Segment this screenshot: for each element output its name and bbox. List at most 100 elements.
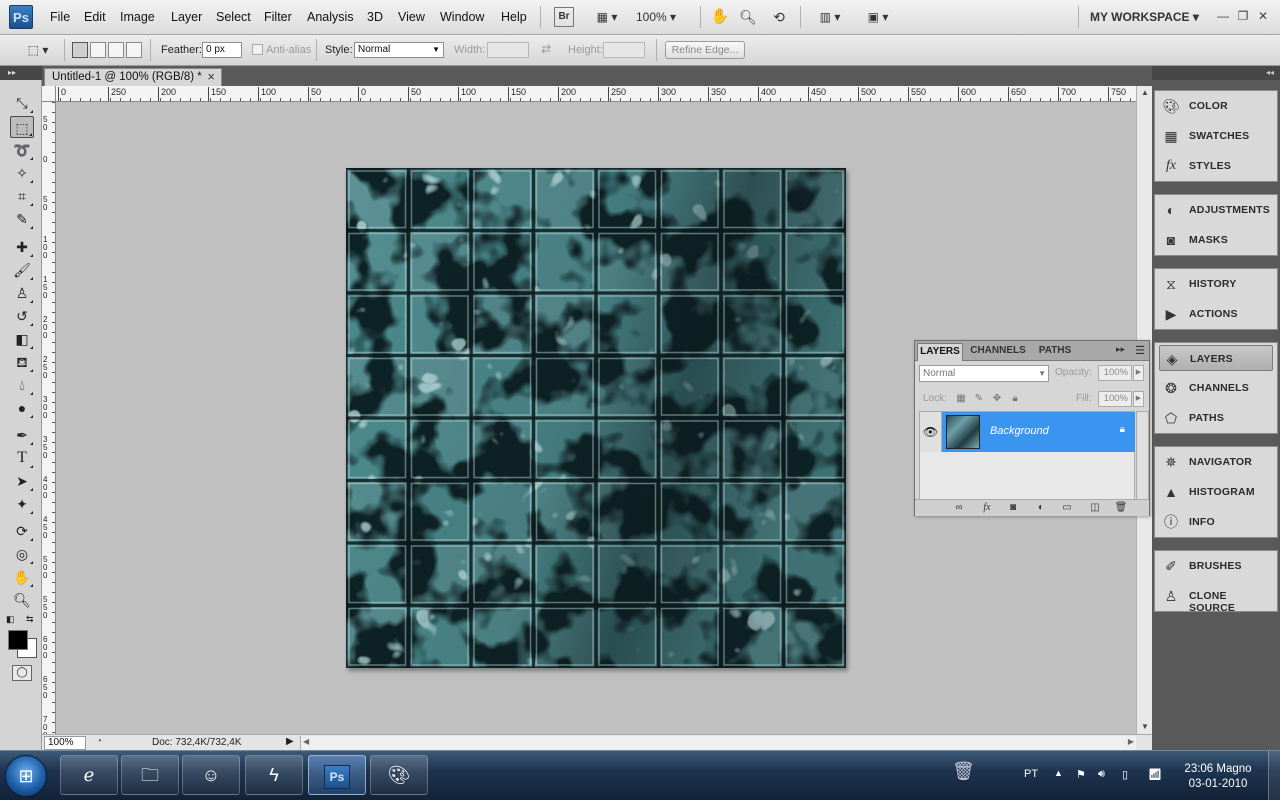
document-size-info[interactable]: Doc: 732,4K/732,4K xyxy=(152,737,242,748)
tab-channels[interactable]: CHANNELS xyxy=(967,343,1029,361)
menu-edit[interactable]: Edit xyxy=(84,10,106,24)
quick-mask-button[interactable]: ◯ xyxy=(12,665,32,681)
layer-list-scrollbar[interactable] xyxy=(1136,411,1149,501)
hand-tool[interactable]: ✋ xyxy=(10,566,34,588)
lock-transparent-icon[interactable]: ▦ xyxy=(955,393,967,405)
scroll-right-icon[interactable]: ▶ xyxy=(1128,737,1134,746)
screen-mode-button[interactable]: ▣ ▾ xyxy=(860,7,896,27)
anti-alias-checkbox[interactable] xyxy=(252,44,263,55)
rotate-view-button[interactable]: ⟲ xyxy=(768,7,790,27)
document-canvas[interactable] xyxy=(346,168,846,668)
language-indicator[interactable]: PT xyxy=(1024,768,1038,780)
dock-histogram[interactable]: ▲ HISTOGRAM xyxy=(1159,479,1273,505)
dock-actions[interactable]: ▶ ACTIONS xyxy=(1159,301,1273,327)
eyedropper-tool[interactable]: ✎ xyxy=(10,208,34,230)
menu-file[interactable]: File xyxy=(50,10,70,24)
lasso-tool[interactable]: ➰ xyxy=(10,139,34,161)
menu-analysis[interactable]: Analysis xyxy=(307,10,354,24)
zoom-tool-button[interactable]: 🔍︎ xyxy=(738,7,758,27)
scroll-up-icon[interactable]: ▲ xyxy=(1137,86,1153,100)
dock-styles[interactable]: fx STYLES xyxy=(1159,153,1273,179)
add-to-selection-button[interactable] xyxy=(90,42,106,58)
zoom-level-dropdown[interactable]: 100% ▾ xyxy=(636,7,690,27)
link-layers-icon[interactable]: ∞ xyxy=(951,501,967,515)
restore-button[interactable]: ❐ xyxy=(1234,7,1252,25)
dock-layers[interactable]: ◈ LAYERS xyxy=(1159,345,1273,371)
recycle-bin-icon[interactable]: 🗑︎ xyxy=(952,761,975,789)
menu-window[interactable]: Window xyxy=(440,10,484,24)
dodge-tool[interactable]: ● xyxy=(10,397,34,419)
menu-help[interactable]: Help xyxy=(501,10,527,24)
menu-view[interactable]: View xyxy=(398,10,425,24)
tab-layers[interactable]: LAYERS xyxy=(917,343,963,361)
menu-image[interactable]: Image xyxy=(120,10,155,24)
dock-swatches[interactable]: ▦ SWATCHES xyxy=(1159,123,1273,149)
clone-stamp-tool[interactable]: ♙ xyxy=(10,282,34,304)
hand-tool-button[interactable]: ✋ xyxy=(710,7,730,27)
blur-tool[interactable]: 💧︎ xyxy=(10,374,34,396)
trash-icon[interactable]: 🗑︎ xyxy=(1113,501,1129,515)
tools-panel-grip[interactable]: ▸▸ xyxy=(0,66,42,80)
dock-channels[interactable]: ❂ CHANNELS xyxy=(1159,375,1273,401)
fill-input[interactable]: 100% xyxy=(1098,391,1132,407)
3d-rotate-tool[interactable]: ⟳ xyxy=(10,520,34,542)
action-center-flag-icon[interactable]: ⚑ xyxy=(1076,768,1086,781)
add-mask-icon[interactable]: ◙ xyxy=(1005,501,1021,515)
panel-dock-grip[interactable]: ◂◂ xyxy=(1152,66,1280,80)
horizontal-ruler[interactable]: 0 250 200 150 100 50 0 50 100 150 200 250 300 350 400 4… xyxy=(56,86,1136,102)
new-layer-icon[interactable]: ◫ xyxy=(1087,501,1103,515)
network-signal-icon[interactable]: 📶︎ xyxy=(1148,768,1162,781)
panel-menu-icon[interactable]: ☰ xyxy=(1135,344,1145,357)
opacity-slider-toggle[interactable]: ▶ xyxy=(1133,365,1144,381)
new-group-icon[interactable]: ▭ xyxy=(1059,501,1075,515)
dock-history[interactable]: ⧖ HISTORY xyxy=(1159,271,1273,297)
status-preview-icon[interactable]: ◔ xyxy=(96,736,102,747)
pen-tool[interactable]: ✒ xyxy=(10,424,34,446)
taskbar-paint[interactable]: 🎨︎ xyxy=(370,755,428,795)
adjustment-layer-icon[interactable]: ◐ xyxy=(1033,501,1049,515)
tab-paths[interactable]: PATHS xyxy=(1033,343,1077,361)
taskbar-messenger[interactable]: ☺ xyxy=(182,755,240,795)
horizontal-scrollbar[interactable]: ◀ ▶ xyxy=(300,736,1136,750)
new-selection-button[interactable] xyxy=(72,42,88,58)
lock-all-icon[interactable]: 🔒︎ xyxy=(1009,393,1021,405)
menu-filter[interactable]: Filter xyxy=(264,10,292,24)
dock-paths[interactable]: ⬠ PATHS xyxy=(1159,405,1273,431)
dock-info[interactable]: ⓘ INFO xyxy=(1159,509,1273,535)
document-tab[interactable]: Untitled-1 @ 100% (RGB/8) * × xyxy=(44,68,222,86)
3d-orbit-tool[interactable]: ◎ xyxy=(10,543,34,565)
workspace-switcher[interactable]: MY WORKSPACE ▾ xyxy=(1090,10,1199,24)
dock-color[interactable]: 🎨︎ COLOR xyxy=(1159,93,1273,119)
launch-bridge-button[interactable]: Br xyxy=(554,7,574,27)
lock-position-icon[interactable]: ✥ xyxy=(991,393,1003,405)
taskbar-ie[interactable]: ℯ xyxy=(60,755,118,795)
refine-edge-button[interactable]: Refine Edge... xyxy=(665,41,745,59)
paint-bucket-tool[interactable]: ⛾ xyxy=(10,351,34,373)
opacity-input[interactable]: 100% xyxy=(1098,365,1132,381)
taskbar-flash[interactable]: ϟ xyxy=(245,755,303,795)
view-extras-button[interactable]: ▦ ▾ xyxy=(590,7,624,27)
arrange-documents-button[interactable]: ▥ ▾ xyxy=(812,7,848,27)
vertical-ruler[interactable]: 50 0 50 100 150 200 250 300 350 400 450 500 550 600 65… xyxy=(42,102,56,738)
style-dropdown[interactable]: Normal ▼ xyxy=(354,42,444,58)
photoshop-logo[interactable]: Ps xyxy=(9,5,33,29)
layer-name[interactable]: Background xyxy=(990,425,1049,437)
feather-input[interactable]: 0 px xyxy=(202,42,242,58)
history-brush-tool[interactable]: ↺ xyxy=(10,305,34,327)
zoom-tool[interactable]: 🔍︎ xyxy=(10,589,34,611)
close-document-icon[interactable]: × xyxy=(207,69,215,85)
type-tool[interactable]: T xyxy=(10,447,34,469)
healing-brush-tool[interactable]: ✚ xyxy=(10,236,34,258)
ruler-origin[interactable] xyxy=(42,86,56,102)
taskbar-explorer[interactable]: 🗀 xyxy=(121,755,179,795)
dock-masks[interactable]: ◙ MASKS xyxy=(1159,227,1273,253)
default-colors-icon[interactable]: ◧ xyxy=(6,614,15,625)
magic-wand-tool[interactable]: ✧ xyxy=(10,162,34,184)
start-button[interactable]: ⊞ xyxy=(5,755,47,797)
scroll-left-icon[interactable]: ◀ xyxy=(303,737,309,746)
dock-adjustments[interactable]: ◐ ADJUSTMENTS xyxy=(1159,197,1273,223)
layer-style-icon[interactable]: fx xyxy=(979,501,995,515)
crop-tool[interactable]: ⌗ xyxy=(10,185,34,207)
show-desktop-button[interactable] xyxy=(1268,751,1280,800)
menu-layer[interactable]: Layer xyxy=(171,10,202,24)
